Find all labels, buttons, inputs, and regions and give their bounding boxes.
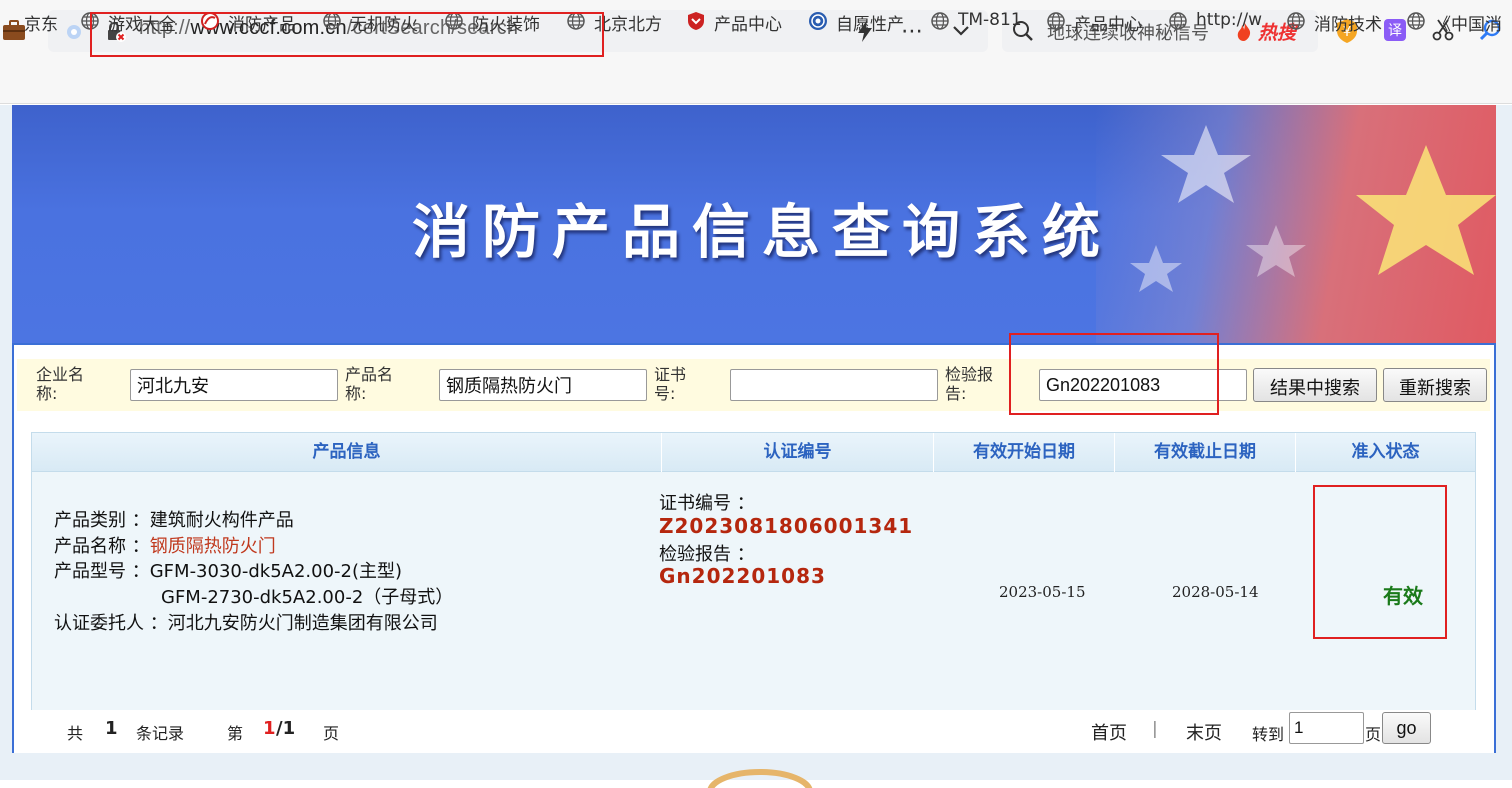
start-date: 2023-05-15 <box>999 583 1086 601</box>
cert-no-label: 证书编号 ： <box>659 493 755 514</box>
page-suffix: 页 <box>323 724 340 743</box>
go-button[interactable]: go <box>1382 712 1431 744</box>
goto-suffix: 页 <box>1365 725 1382 744</box>
category-label: 产品类别 ： <box>54 510 150 531</box>
round-seal-icon <box>808 11 828 31</box>
table-header: 产品信息 认证编号 有效开始日期 有效截止日期 准入状态 <box>32 433 1475 472</box>
total-prefix: 共 <box>67 724 84 743</box>
category-value: 建筑耐火构件产品 <box>149 510 294 531</box>
pager-separator: | <box>1152 719 1158 739</box>
product-input[interactable] <box>439 369 647 401</box>
product-label: 产品名称: <box>345 365 394 403</box>
report-label-cell: 检验报告 ： <box>659 544 755 565</box>
report-label: 检验报告: <box>945 365 994 403</box>
url-highlight-box <box>90 12 604 57</box>
shield-logo-icon <box>686 11 706 31</box>
model-label: 产品型号 ： <box>54 561 150 582</box>
model-value-1: GFM-3030-dk5A2.00-2(主型) <box>149 561 403 582</box>
globe-icon <box>1046 11 1066 31</box>
product-model-line-2: GFM-2730-dk5A2.00-2（子母式） <box>161 587 454 608</box>
cert-input[interactable] <box>730 369 938 401</box>
first-page-link[interactable]: 首页 <box>1091 719 1127 745</box>
header-cert-no: 认证编号 <box>662 433 934 472</box>
total-suffix: 条记录 <box>136 724 185 743</box>
bookmark-label[interactable]: 《中国消 <box>1434 10 1510 35</box>
bookmark-label[interactable]: TM-811 <box>958 10 1028 30</box>
last-page-link[interactable]: 末页 <box>1186 719 1222 745</box>
end-date: 2028-05-14 <box>1172 583 1259 601</box>
product-name-line: 产品名称 ：钢质隔热防火门 <box>54 532 276 558</box>
svg-text:译: 译 <box>1388 23 1402 39</box>
company-input[interactable] <box>130 369 338 401</box>
bookmark-label[interactable]: http://w <box>1196 10 1266 30</box>
page-current: 1 <box>263 718 276 739</box>
bookmarks-bar <box>0 62 1512 104</box>
goto-page-input[interactable] <box>1289 712 1364 744</box>
header-status: 准入状态 <box>1351 442 1420 462</box>
page-prefix: 第 <box>227 724 244 743</box>
product-model-line: 产品型号 ：GFM-3030-dk5A2.00-2(主型) <box>54 557 402 583</box>
bookmark-label[interactable]: 自愿性产 <box>836 10 910 35</box>
footer-emblem-icon <box>707 769 813 788</box>
page-total: /1 <box>276 718 296 739</box>
bookmark-label[interactable]: 消防技术 <box>1314 10 1388 35</box>
total-count: 1 <box>105 718 118 739</box>
report-value-cell[interactable]: Gn202201083 <box>659 564 826 588</box>
header-product-info: 产品信息 <box>32 433 662 472</box>
goto-label: 转到 <box>1252 725 1285 744</box>
product-category-line: 产品类别 ：建筑耐火构件产品 <box>54 506 294 532</box>
header-start-date: 有效开始日期 <box>934 433 1115 472</box>
globe-icon <box>1286 11 1306 31</box>
company-label: 企业名称: <box>36 365 85 403</box>
bookmark-label[interactable]: 北京北方 <box>594 10 668 35</box>
report-highlight-box <box>1009 333 1219 415</box>
client-label: 认证委托人 ： <box>54 613 168 634</box>
header-end-date: 有效截止日期 <box>1115 433 1296 472</box>
name-label: 产品名称 ： <box>54 536 150 557</box>
page-title: 消防产品信息查询系统 <box>411 198 1112 266</box>
page-footer-strip <box>0 756 1512 788</box>
client-value: 河北九安防火门制造集团有限公司 <box>167 613 438 634</box>
bookmark-label[interactable]: 产品中心 <box>1074 10 1148 35</box>
globe-icon <box>930 11 950 31</box>
cert-label: 证书号: <box>654 365 687 403</box>
bookmark-label[interactable]: 产品中心 <box>714 10 788 35</box>
search-in-results-button[interactable]: 结果中搜索 <box>1253 368 1377 402</box>
client-line: 认证委托人 ：河北九安防火门制造集团有限公司 <box>54 609 438 635</box>
bookmark-label[interactable]: 京东 <box>24 10 64 35</box>
name-value[interactable]: 钢质隔热防火门 <box>150 536 276 557</box>
new-search-button[interactable]: 重新搜索 <box>1383 368 1487 402</box>
header-banner: 消防产品信息查询系统 <box>12 105 1496 343</box>
cert-no-value[interactable]: Z2023081806001341 <box>659 514 913 538</box>
status-highlight-box <box>1313 485 1447 639</box>
globe-icon <box>1406 11 1426 31</box>
globe-icon <box>1168 11 1188 31</box>
